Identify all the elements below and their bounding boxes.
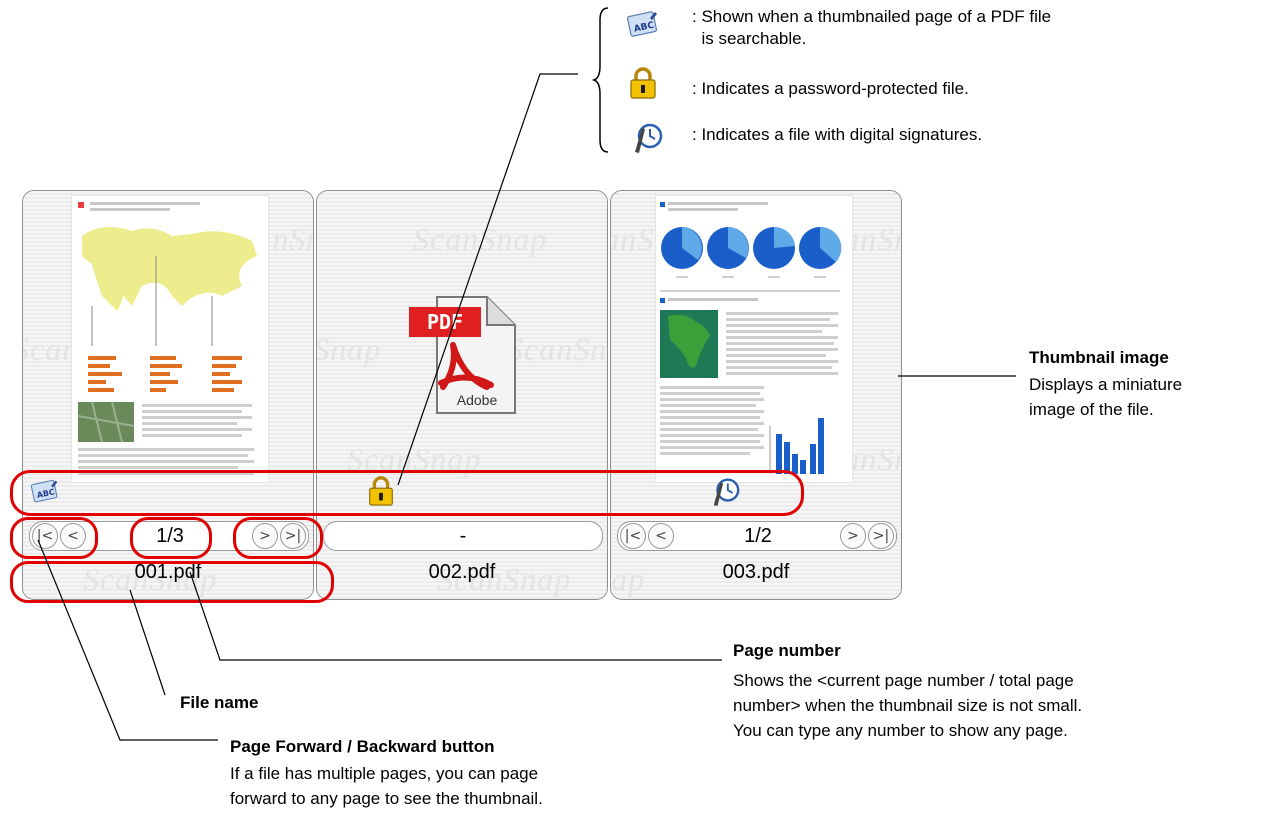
- page-number-annotation-title: Page number: [733, 641, 841, 660]
- file-name-annotation-title: File name: [180, 693, 259, 712]
- page-nav-annotation-text: If a file has multiple pages, you can pa…: [230, 764, 543, 808]
- thumbnail-annotation-title: Thumbnail image: [1029, 348, 1169, 367]
- page-number-annotation-text: Shows the <current page number / total p…: [733, 671, 1083, 740]
- page-nav-annotation-title: Page Forward / Backward button: [230, 737, 495, 756]
- thumbnail-annotation-text: Displays a miniature image of the file.: [1029, 375, 1183, 419]
